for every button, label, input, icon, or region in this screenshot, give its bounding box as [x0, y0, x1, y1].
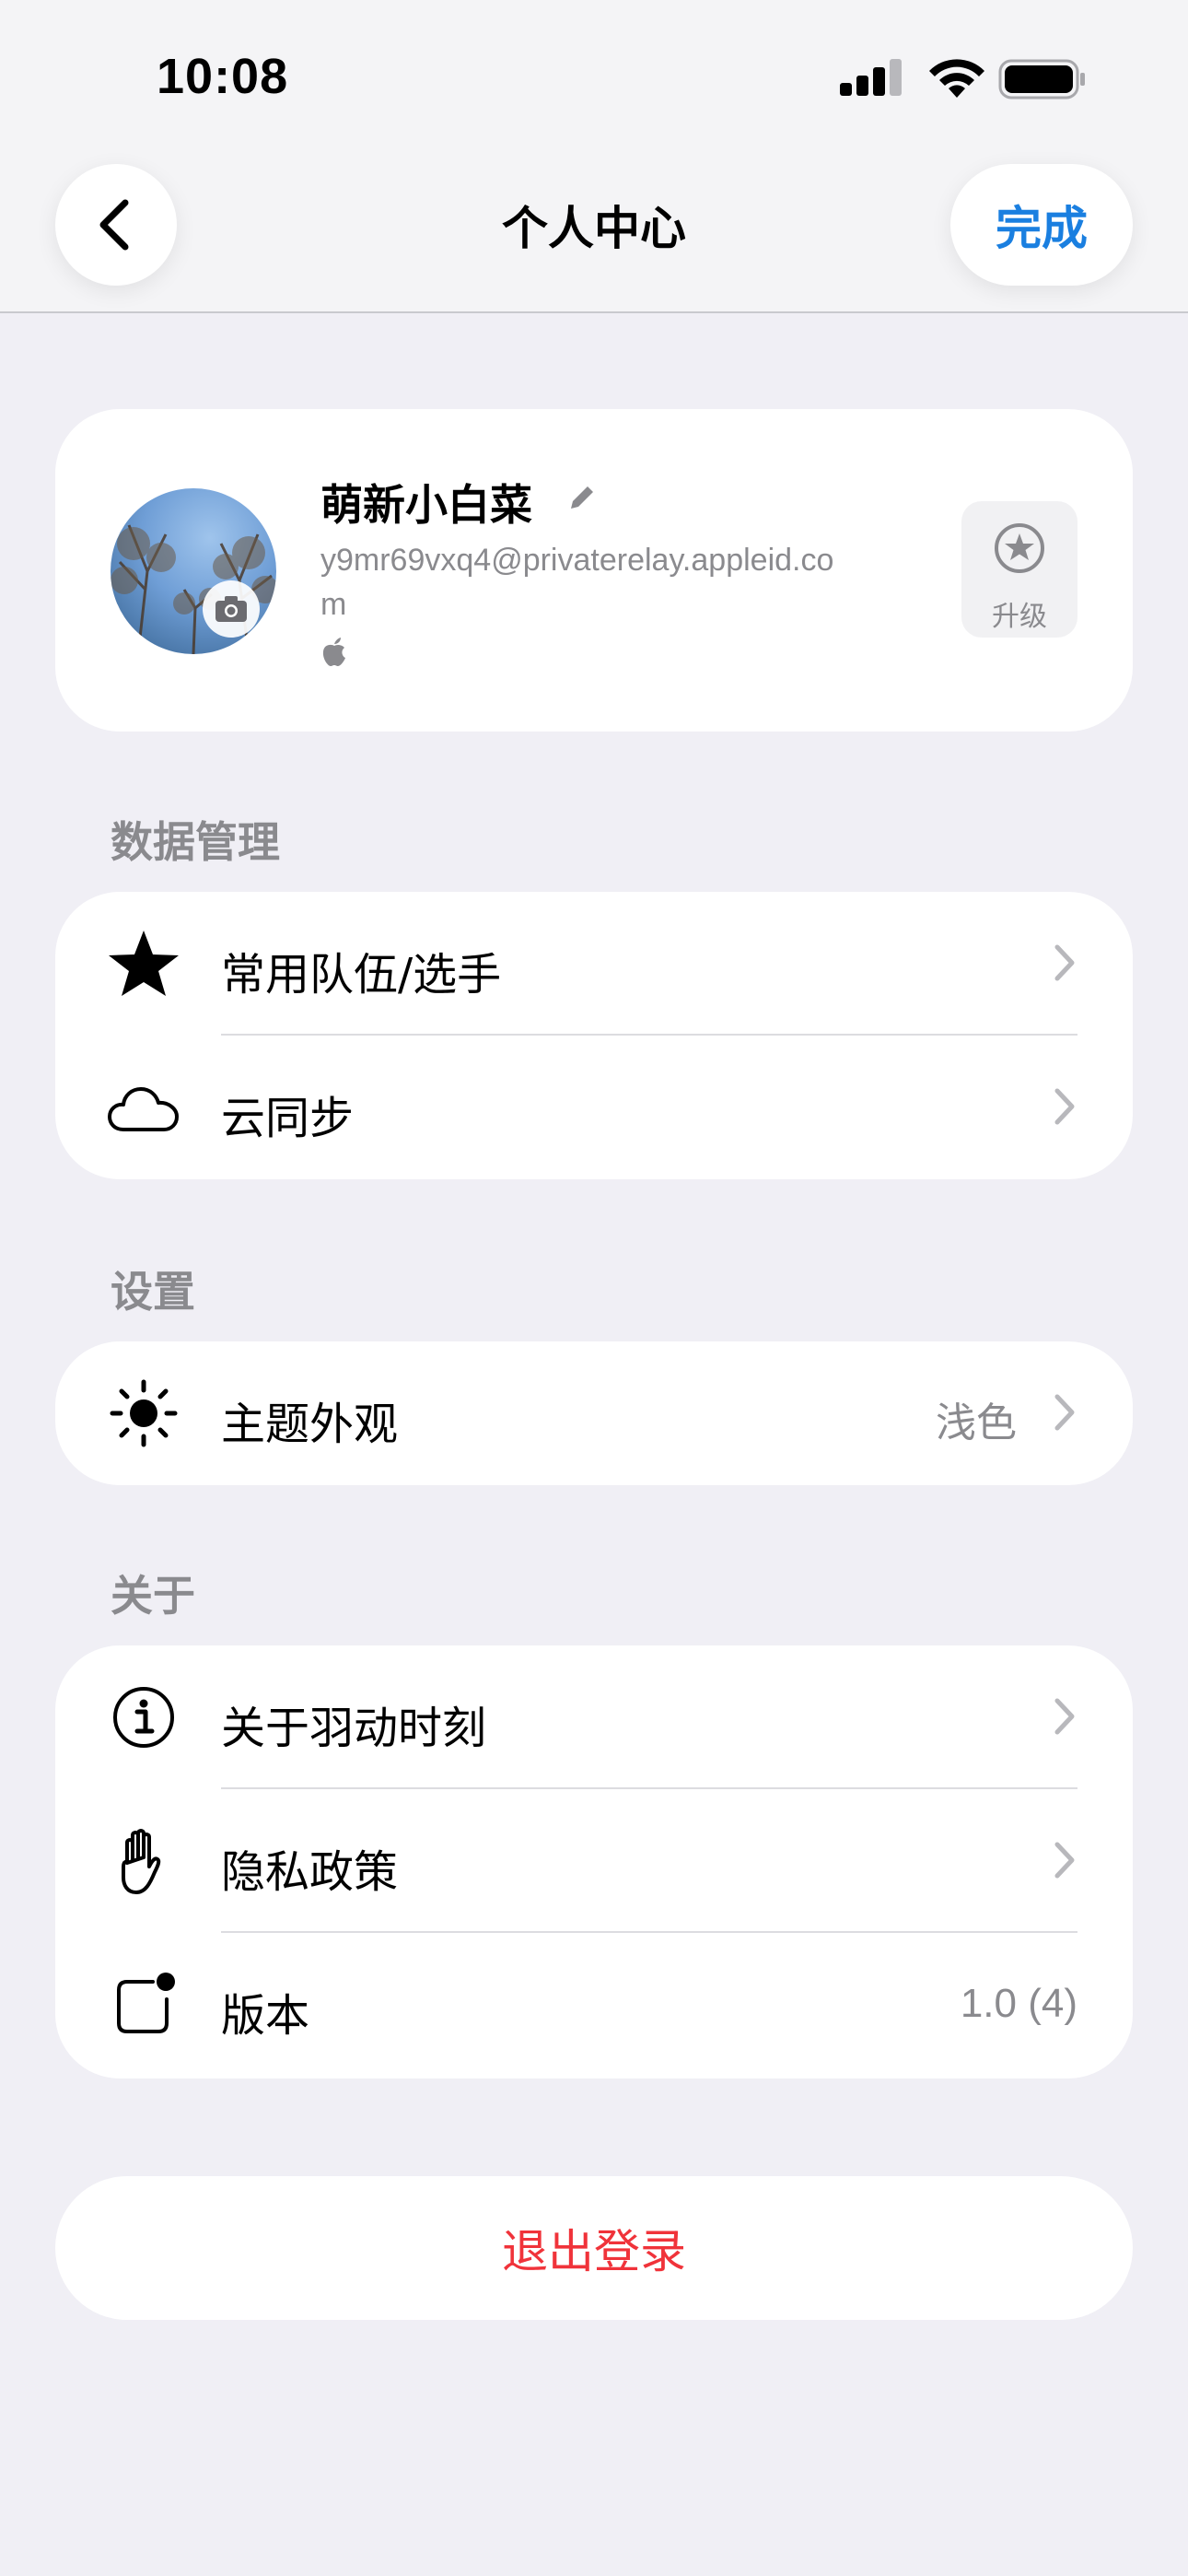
logout-button[interactable]: 退出登录 — [55, 2176, 1133, 2320]
section-title-settings: 设置 — [111, 1267, 195, 1317]
wifi-icon — [929, 59, 984, 98]
info-icon — [113, 1687, 174, 1748]
version-value: 1.0 (4) — [960, 1981, 1077, 2026]
version-badge-icon — [117, 1973, 175, 2033]
row-label: 云同步 — [221, 1093, 355, 1144]
section-title-about: 关于 — [111, 1571, 195, 1621]
upgrade-button[interactable]: 升级 — [961, 501, 1077, 638]
camera-icon — [215, 596, 247, 622]
row-label: 隐私政策 — [221, 1846, 399, 1898]
chevron-right-icon — [1054, 1394, 1075, 1431]
chevron-right-icon — [1054, 1842, 1075, 1879]
row-label: 主题外观 — [221, 1399, 399, 1450]
avatar-tree-image — [111, 524, 276, 654]
profile-center-screen: 10:08 个人中心 完成 萌新小白菜 y9mr69vxq4@privatere… — [0, 0, 1188, 2576]
account-email: y9mr69vxq4@privaterelay.appleid.com — [320, 543, 834, 622]
star-icon — [109, 931, 179, 996]
row-theme-appearance[interactable]: 主题外观 浅色 — [55, 1341, 1133, 1485]
star-circle-icon — [995, 523, 1044, 573]
row-label: 版本 — [221, 1990, 310, 2042]
chevron-right-icon — [1054, 1698, 1075, 1735]
avatar[interactable] — [111, 488, 276, 654]
row-about-app[interactable]: 关于羽动时刻 — [55, 1645, 1133, 1789]
row-favorite-teams[interactable]: 常用队伍/选手 — [55, 892, 1133, 1036]
sun-icon — [110, 1379, 178, 1447]
done-button[interactable]: 完成 — [950, 164, 1133, 286]
row-label: 关于羽动时刻 — [221, 1703, 487, 1754]
change-avatar-button[interactable] — [203, 580, 260, 638]
about-card: 关于羽动时刻 隐私政策 版本 1.0 (4) — [55, 1645, 1133, 2078]
row-privacy-policy[interactable]: 隐私政策 — [55, 1789, 1133, 1933]
upgrade-label: 升级 — [992, 601, 1047, 633]
apple-logo-icon — [322, 638, 345, 666]
battery-icon — [998, 59, 1085, 100]
edit-pencil-icon[interactable] — [565, 483, 597, 514]
row-label: 常用队伍/选手 — [221, 949, 502, 1001]
row-version: 版本 1.0 (4) — [55, 1933, 1133, 2077]
profile-card: 萌新小白菜 y9mr69vxq4@privaterelay.appleid.co… — [55, 409, 1133, 732]
section-title-data-management: 数据管理 — [111, 817, 280, 867]
row-cloud-sync[interactable]: 云同步 — [55, 1036, 1133, 1179]
nickname: 萌新小白菜 — [320, 480, 532, 530]
chevron-right-icon — [1054, 944, 1075, 981]
cellular-signal-icon — [840, 57, 904, 100]
theme-value: 浅色 — [936, 1400, 1017, 1446]
hand-icon — [122, 1829, 161, 1894]
chevron-right-icon — [1054, 1088, 1075, 1125]
settings-card: 主题外观 浅色 — [55, 1341, 1133, 1485]
data-management-card: 常用队伍/选手 云同步 — [55, 892, 1133, 1179]
status-time: 10:08 — [157, 49, 289, 104]
cloud-icon — [108, 1087, 179, 1131]
